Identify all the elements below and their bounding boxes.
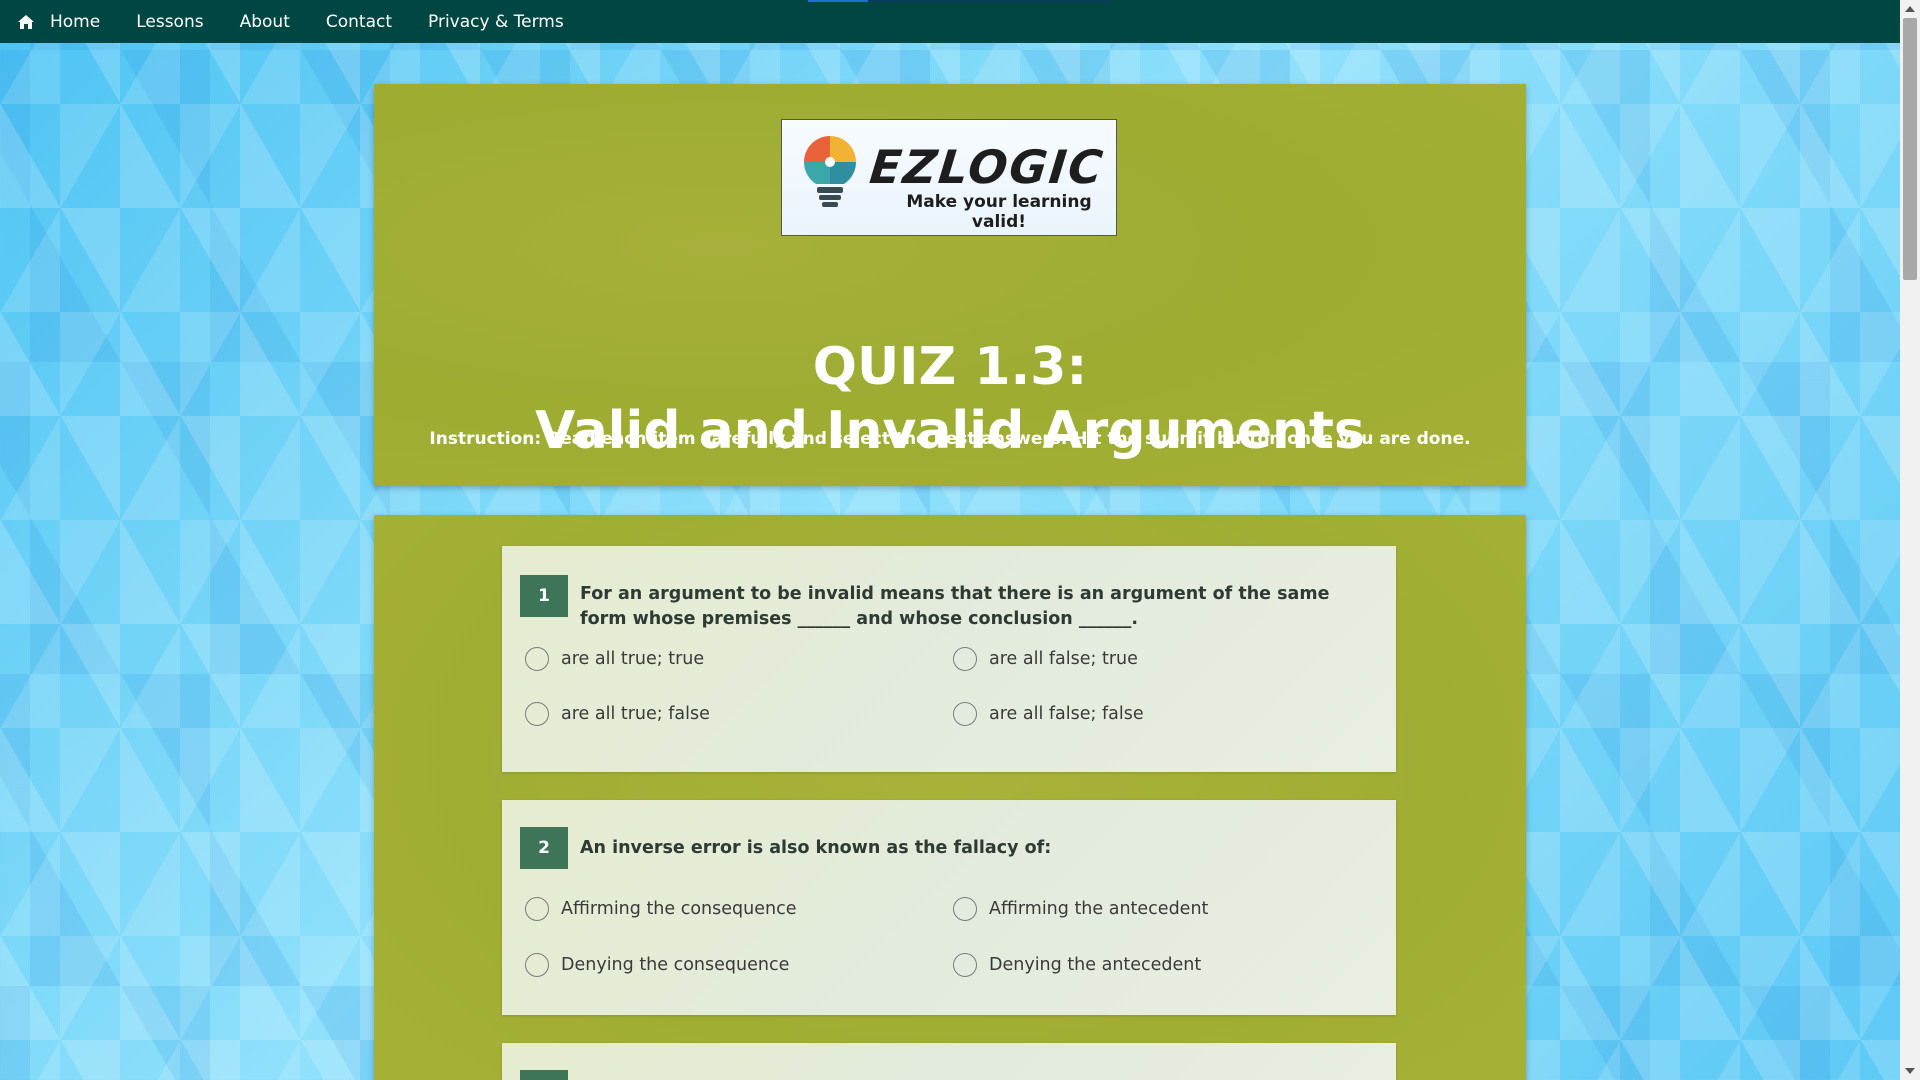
page-scrollbar[interactable]: [1900, 0, 1920, 1080]
option-label: are all false; true: [989, 649, 1138, 669]
logo-wordmark: EZLOGIC: [867, 140, 1108, 194]
questions-container: 1 For an argument to be invalid means th…: [374, 515, 1526, 1080]
question-text: For an argument to be invalid means that…: [580, 584, 1330, 629]
nav-lessons[interactable]: Lessons: [118, 0, 221, 43]
q2-option-d[interactable]: Denying the antecedent: [953, 953, 1201, 977]
lightbulb-puzzle-icon: [803, 136, 857, 207]
radio-button[interactable]: [953, 953, 977, 977]
q1-option-d[interactable]: are all false; false: [953, 702, 1144, 726]
page-title: QUIZ 1.3: Valid and Invalid Arguments: [374, 337, 1526, 478]
nav-about[interactable]: About: [222, 0, 308, 43]
q2-option-b[interactable]: Affirming the antecedent: [953, 897, 1208, 921]
page-load-progress: [808, 0, 1110, 2]
q1-option-a[interactable]: are all true; true: [525, 647, 704, 671]
option-label: Affirming the antecedent: [989, 899, 1209, 919]
q1-option-c[interactable]: are all true; false: [525, 702, 710, 726]
question-number-badge: 2: [520, 827, 568, 869]
scrollbar-thumb[interactable]: [1903, 18, 1917, 280]
q2-option-a[interactable]: Affirming the consequence: [525, 897, 796, 921]
nav-home[interactable]: Home: [0, 0, 118, 43]
q1-option-b[interactable]: are all false; true: [953, 647, 1138, 671]
radio-button[interactable]: [525, 953, 549, 977]
quiz-instruction: Instruction: Read each item carefully an…: [429, 429, 1471, 449]
question-card-1: 1 For an argument to be invalid means th…: [502, 546, 1396, 772]
nav-lessons-label: Lessons: [136, 11, 204, 32]
option-label: Denying the consequence: [561, 955, 790, 975]
radio-button[interactable]: [525, 647, 549, 671]
nav-about-label: About: [239, 11, 290, 32]
question-number-badge: [520, 1070, 568, 1080]
radio-button[interactable]: [953, 647, 977, 671]
nav-contact[interactable]: Contact: [308, 0, 410, 43]
option-label: Affirming the consequence: [561, 899, 797, 919]
radio-button[interactable]: [525, 897, 549, 921]
option-label: are all true; true: [561, 649, 705, 669]
quiz-header-card: EZLOGIC Make your learning valid! QUIZ 1…: [374, 84, 1526, 486]
nav-contact-label: Contact: [325, 11, 392, 32]
radio-button[interactable]: [525, 702, 549, 726]
option-label: Denying the antecedent: [989, 955, 1202, 975]
q2-option-c[interactable]: Denying the consequence: [525, 953, 789, 977]
radio-button[interactable]: [953, 702, 977, 726]
scroll-up-arrow-icon[interactable]: [1905, 6, 1915, 12]
logo-tagline: Make your learning valid!: [906, 192, 1092, 232]
option-label: are all true; false: [561, 704, 710, 724]
ezlogic-logo[interactable]: EZLOGIC Make your learning valid!: [781, 119, 1117, 236]
question-number-badge: 1: [520, 575, 568, 617]
radio-button[interactable]: [953, 897, 977, 921]
question-card-3: [502, 1043, 1396, 1080]
question-card-2: 2 An inverse error is also known as the …: [502, 800, 1396, 1015]
nav-privacy-label: Privacy & Terms: [428, 11, 564, 32]
nav-privacy-terms[interactable]: Privacy & Terms: [410, 0, 582, 43]
question-text: An inverse error is also known as the fa…: [580, 838, 1052, 858]
quiz-title-line1: QUIZ 1.3:: [812, 337, 1088, 397]
scroll-down-arrow-icon[interactable]: [1905, 1068, 1915, 1074]
home-icon: [18, 14, 34, 29]
top-navbar: Home Lessons About Contact Privacy & Ter…: [0, 0, 1900, 43]
option-label: are all false; false: [989, 704, 1144, 724]
nav-home-label: Home: [50, 11, 101, 32]
